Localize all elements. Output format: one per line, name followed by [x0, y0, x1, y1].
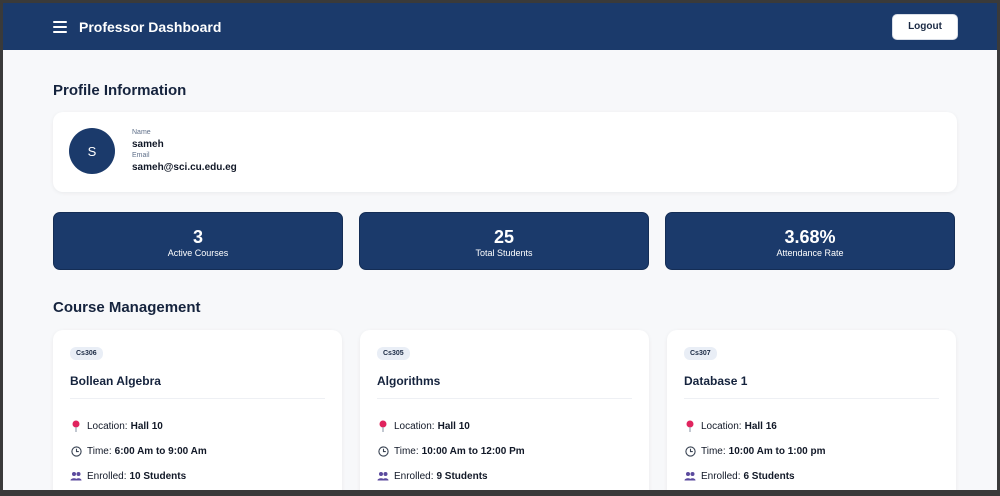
time-label: Time: [87, 445, 112, 457]
location-value: Hall 10 [130, 420, 163, 432]
course-code-badge: Cs306 [70, 347, 103, 360]
course-section-title: Course Management [53, 299, 201, 316]
time-value: 10:00 Am to 12:00 Pm [421, 445, 525, 457]
course-enrolled: Enrolled: 9 Students [377, 470, 488, 482]
stat-label: Total Students [475, 248, 533, 258]
course-enrolled: Enrolled: 6 Students [684, 470, 795, 482]
top-bar: Professor Dashboard Logout [3, 3, 997, 50]
course-card[interactable]: Cs307 Database 1 Location: Hall 16 Time:… [667, 330, 956, 490]
people-icon [684, 470, 696, 482]
enrolled-value: 10 Students [129, 470, 187, 482]
stat-active-courses: 3 Active Courses [53, 212, 343, 270]
stat-value: 25 [493, 227, 515, 247]
location-value: Hall 10 [437, 420, 470, 432]
stat-attendance-rate: 3.68% Attendance Rate [665, 212, 955, 270]
hamburger-menu-icon[interactable] [53, 20, 67, 33]
profile-card: S Name sameh Email sameh@sci.cu.edu.eg [53, 112, 957, 192]
location-label: Location: [394, 420, 435, 432]
people-icon [70, 470, 82, 482]
course-card[interactable]: Cs305 Algorithms Location: Hall 10 Time:… [360, 330, 649, 490]
course-time: Time: 10:00 Am to 12:00 Pm [377, 445, 525, 457]
course-code-badge: Cs305 [377, 347, 410, 360]
avatar: S [69, 128, 115, 174]
pin-icon [684, 420, 696, 432]
stat-value: 3.68% [784, 227, 836, 247]
course-location: Location: Hall 16 [684, 420, 777, 432]
course-location: Location: Hall 10 [70, 420, 163, 432]
course-name: Bollean Algebra [70, 374, 161, 388]
course-location: Location: Hall 10 [377, 420, 470, 432]
divider [684, 398, 939, 399]
time-value: 6:00 Am to 9:00 Am [114, 445, 207, 457]
enrolled-label: Enrolled: [87, 470, 127, 482]
name-label: Name [132, 129, 151, 136]
email-value: sameh@sci.cu.edu.eg [132, 162, 237, 173]
stat-total-students: 25 Total Students [359, 212, 649, 270]
clock-icon [70, 445, 82, 457]
stat-label: Attendance Rate [776, 248, 844, 258]
app-frame: Professor Dashboard Logout Profile Infor… [3, 3, 997, 490]
top-bar-left: Professor Dashboard [53, 19, 221, 35]
enrolled-label: Enrolled: [701, 470, 741, 482]
pin-icon [377, 420, 389, 432]
profile-section-title: Profile Information [53, 82, 187, 99]
name-value: sameh [132, 139, 164, 150]
stat-label: Active Courses [167, 248, 229, 258]
time-label: Time: [701, 445, 726, 457]
pin-icon [70, 420, 82, 432]
people-icon [377, 470, 389, 482]
location-label: Location: [87, 420, 128, 432]
course-time: Time: 6:00 Am to 9:00 Am [70, 445, 207, 457]
time-value: 10:00 Am to 1:00 pm [728, 445, 826, 457]
location-value: Hall 16 [744, 420, 777, 432]
enrolled-value: 6 Students [743, 470, 795, 482]
course-name: Database 1 [684, 374, 748, 388]
logout-button[interactable]: Logout [892, 13, 958, 40]
divider [377, 398, 632, 399]
app-title: Professor Dashboard [79, 18, 222, 35]
enrolled-label: Enrolled: [394, 470, 434, 482]
course-name: Algorithms [377, 374, 441, 388]
course-code-badge: Cs307 [684, 347, 717, 360]
location-label: Location: [701, 420, 742, 432]
course-time: Time: 10:00 Am to 1:00 pm [684, 445, 826, 457]
time-label: Time: [394, 445, 419, 457]
stat-value: 3 [192, 227, 203, 247]
email-label: Email [132, 152, 150, 159]
clock-icon [377, 445, 389, 457]
course-enrolled: Enrolled: 10 Students [70, 470, 186, 482]
divider [70, 398, 325, 399]
enrolled-value: 9 Students [436, 470, 488, 482]
course-card[interactable]: Cs306 Bollean Algebra Location: Hall 10 … [53, 330, 342, 490]
clock-icon [684, 445, 696, 457]
